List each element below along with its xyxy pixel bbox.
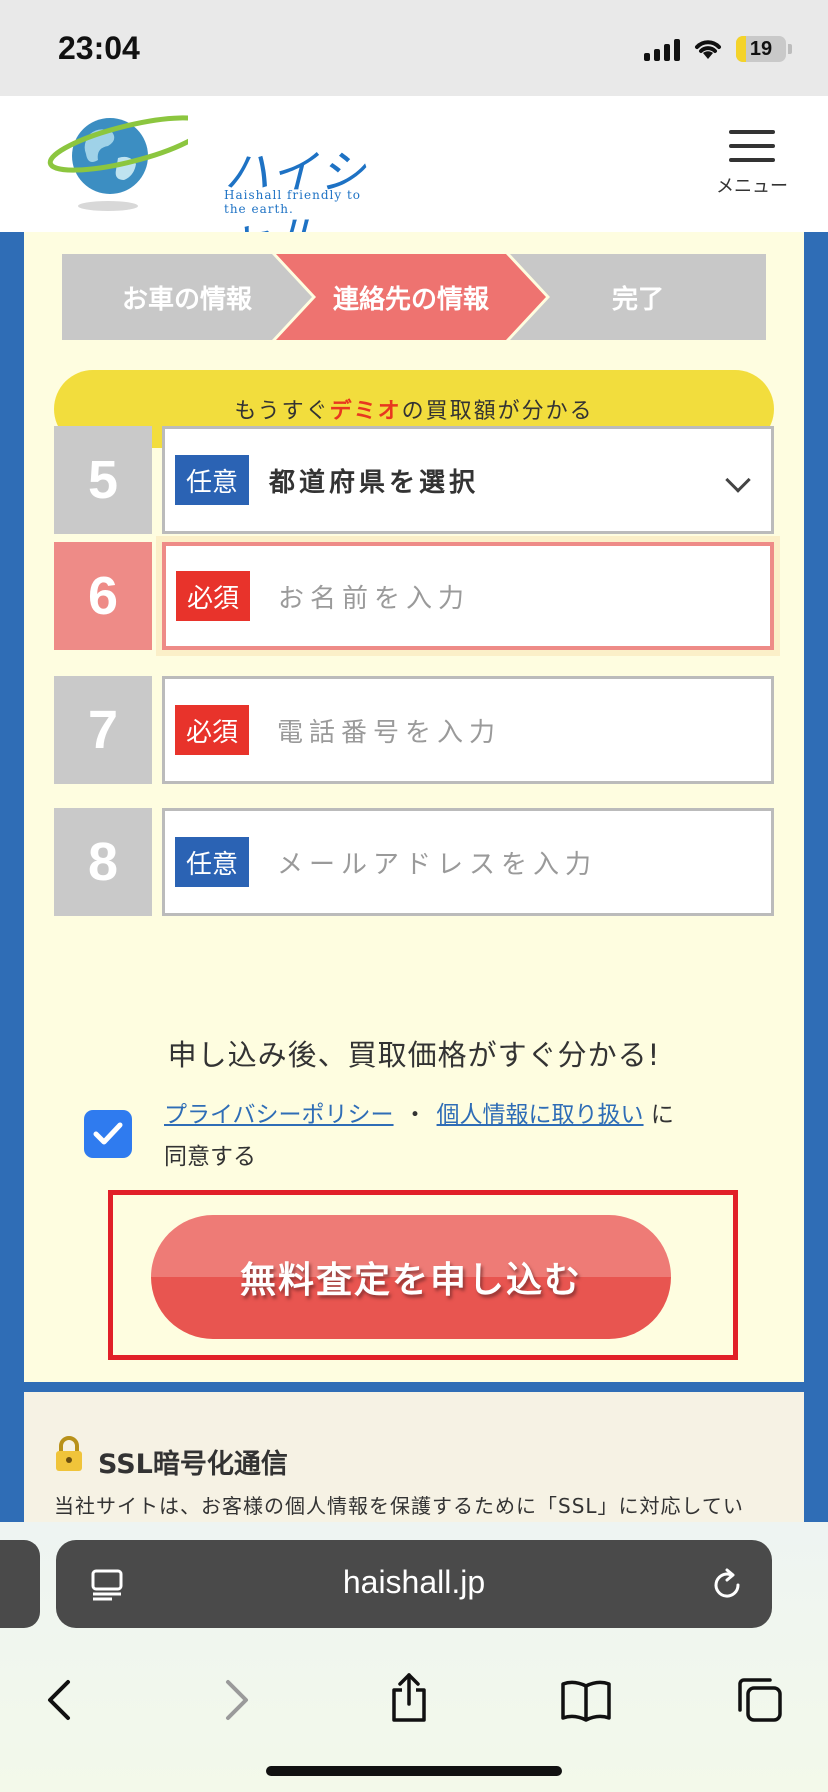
email-input-placeholder: メールアドレスを入力 [277,849,598,880]
progress-steps: お車の情報 連絡先の情報 完了 [62,254,766,340]
field-number: 7 [54,676,152,784]
bubble-text-before: もうすぐ [234,399,330,424]
site-header: ハイシャル Haishall friendly to the earth. メニ… [0,96,828,265]
share-icon[interactable] [388,1672,430,1724]
form-panel: お車の情報 連絡先の情報 完了 もうすぐ デミオ の買取額が分かる 5 任意 都道府… [24,232,804,1382]
prefecture-select[interactable]: 任意 都道府県を選択 [162,426,774,534]
agreement-suffix: 同意する [164,1144,256,1170]
cellular-signal-icon [644,37,680,61]
forward-icon[interactable] [222,1678,252,1722]
battery-icon: 19 [736,36,786,62]
hamburger-icon [712,130,792,162]
url-text: haishall.jp [342,1564,486,1600]
browser-toolbar: haishall.jp [0,1522,828,1792]
agreement-row: プライバシーポリシー・個人情報に取り扱い に 同意する [84,1094,764,1194]
bookmarks-icon[interactable] [560,1678,612,1722]
ssl-section: SSL暗号化通信 当社サイトは、お客様の個人情報を保護するために「SSL」に対応… [24,1392,804,1522]
agree-checkbox[interactable] [84,1110,132,1158]
menu-button[interactable]: メニュー [712,130,792,200]
logo-tagline: Haishall friendly to the earth. [224,188,361,216]
phone-input[interactable]: 必須 電話番号を入力 [162,676,774,784]
prefecture-select-value: 都道府県を選択 [269,467,480,498]
lock-icon [56,1436,82,1471]
status-bar: 23:04 19 [0,0,828,96]
field-row-phone: 7 必須 電話番号を入力 [54,676,774,784]
phone-input-placeholder: 電話番号を入力 [277,717,502,748]
home-indicator[interactable] [266,1766,562,1776]
price-notice: 申し込み後、買取価格がすぐ分かる! [167,1038,661,1072]
field-row-prefecture: 5 任意 都道府県を選択 [54,426,774,534]
field-row-email: 8 任意 メールアドレスを入力 [54,808,774,916]
field-number: 5 [54,426,152,534]
field-row-name: 6 必須 お名前を入力 [54,542,774,650]
globe-logo-icon [47,115,188,211]
email-input[interactable]: 任意 メールアドレスを入力 [162,808,774,916]
privacy-policy-link[interactable]: プライバシーポリシー [164,1102,394,1128]
optional-badge: 任意 [175,837,249,887]
tabs-icon[interactable] [736,1676,784,1724]
submit-button[interactable]: 無料査定を申し込む [151,1215,671,1339]
name-input[interactable]: 必須 お名前を入力 [162,542,774,650]
site-logo[interactable]: ハイシャル Haishall friendly to the earth. [38,106,388,265]
status-icons: 19 [644,34,792,64]
status-time: 23:04 [58,30,140,66]
field-number: 8 [54,808,152,916]
address-bar[interactable]: haishall.jp [56,1540,772,1628]
step-car-info: お車の情報 [62,254,312,340]
checkmark-icon [93,1122,123,1145]
field-number: 6 [54,542,152,650]
step-complete: 完了 [510,254,766,340]
submit-highlight-frame: 無料査定を申し込む [108,1190,738,1360]
name-input-placeholder: お名前を入力 [278,583,471,614]
bubble-text-after: の買取額が分かる [401,399,594,424]
optional-badge: 任意 [175,455,249,505]
personal-info-link[interactable]: 個人情報に取り扱い [437,1102,644,1128]
wifi-icon [695,40,721,59]
required-badge: 必須 [176,571,250,621]
agreement-text: プライバシーポリシー・個人情報に取り扱い に 同意する [164,1094,744,1178]
reload-icon[interactable] [710,1568,744,1602]
bubble-car-name: デミオ [329,399,402,424]
agreement-separator: ・ [403,1102,427,1128]
agreement-particle: に [650,1102,674,1128]
required-badge: 必須 [175,705,249,755]
back-icon[interactable] [44,1678,74,1722]
menu-label: メニュー [716,176,788,197]
ssl-description: 当社サイトは、お客様の個人情報を保護するために「SSL」に対応してい [54,1494,744,1518]
ssl-title: SSL暗号化通信 [98,1449,288,1480]
previous-tab-preview[interactable] [0,1540,40,1628]
battery-tip [788,44,792,54]
battery-level: 19 [749,38,773,60]
chevron-down-icon [725,467,751,493]
step-contact-info: 連絡先の情報 [276,254,546,340]
